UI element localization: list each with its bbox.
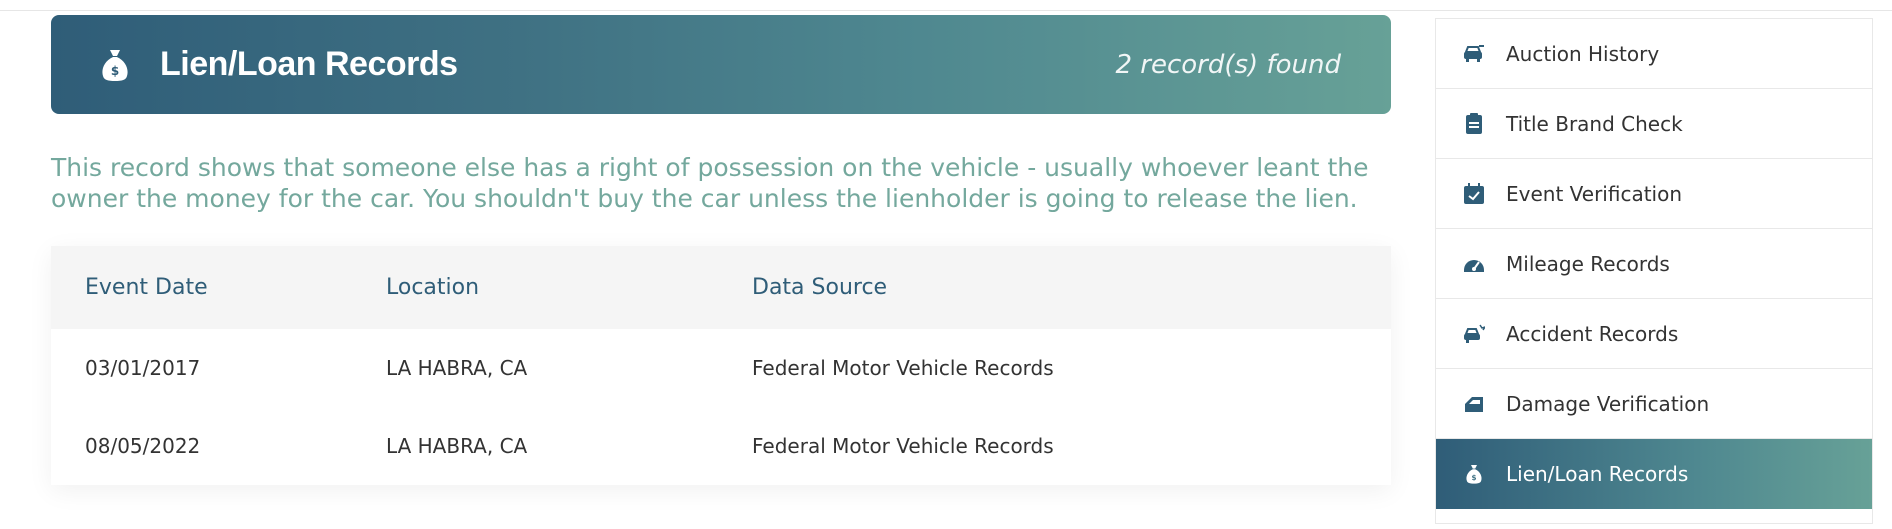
calendar-check-icon: [1462, 182, 1486, 206]
sidebar-item-label: Mileage Records: [1506, 251, 1670, 276]
table-row: 03/01/2017 LA HABRA, CA Federal Motor Ve…: [51, 329, 1391, 407]
section-title: Lien/Loan Records: [160, 45, 458, 83]
sidebar-item-damage-verification[interactable]: Damage Verification: [1436, 369, 1872, 439]
speedometer-icon: [1462, 252, 1486, 276]
section-header: $ Lien/Loan Records 2 record(s) found: [51, 15, 1391, 114]
svg-text:$: $: [111, 64, 119, 78]
main-content: $ Lien/Loan Records 2 record(s) found Th…: [51, 15, 1391, 485]
sidebar-item-title-brand-check[interactable]: Title Brand Check: [1436, 89, 1872, 159]
event-date-cell: 03/01/2017: [85, 356, 201, 380]
sidebar-item-auction-history[interactable]: Auction History: [1436, 19, 1872, 89]
top-divider: [0, 10, 1892, 11]
column-header-location: Location: [386, 275, 480, 300]
records-table: Event Date Location Data Source 03/01/20…: [51, 246, 1391, 485]
sidebar-item-accident-records[interactable]: Accident Records: [1436, 299, 1872, 369]
sidebar-item-label: Damage Verification: [1506, 391, 1710, 416]
section-description: This record shows that someone else has …: [51, 153, 1369, 213]
money-bag-icon: $: [95, 45, 135, 85]
data-source-cell: Federal Motor Vehicle Records: [752, 356, 1054, 380]
sidebar-item-mileage-records[interactable]: Mileage Records: [1436, 229, 1872, 299]
data-source-cell: Federal Motor Vehicle Records: [752, 434, 1054, 458]
svg-text:$: $: [1471, 473, 1476, 482]
car-crash-icon: [1462, 322, 1486, 346]
document-icon: [1462, 112, 1486, 136]
table-row: 08/05/2022 LA HABRA, CA Federal Motor Ve…: [51, 407, 1391, 485]
sidebar-item-event-verification[interactable]: Event Verification: [1436, 159, 1872, 229]
car-auction-icon: [1462, 42, 1486, 66]
record-count: 2 record(s) found: [1115, 49, 1341, 80]
column-header-data-source: Data Source: [752, 275, 888, 300]
car-door-icon: [1462, 392, 1486, 416]
sidebar-item-label: Title Brand Check: [1506, 111, 1683, 136]
column-header-event-date: Event Date: [85, 275, 208, 300]
location-cell: LA HABRA, CA: [386, 356, 528, 380]
report-sidebar: Auction History Title Brand Check Event …: [1435, 18, 1873, 524]
sidebar-item-label: Accident Records: [1506, 321, 1679, 346]
sidebar-item-lien-loan-records[interactable]: $ Lien/Loan Records: [1436, 439, 1872, 509]
location-cell: LA HABRA, CA: [386, 434, 528, 458]
event-date-cell: 08/05/2022: [85, 434, 201, 458]
sidebar-item-label: Auction History: [1506, 41, 1660, 66]
money-bag-icon: $: [1462, 462, 1486, 486]
sidebar-item-label: Lien/Loan Records: [1506, 462, 1689, 486]
sidebar-item-label: Event Verification: [1506, 181, 1683, 206]
table-header: Event Date Location Data Source: [51, 246, 1391, 329]
